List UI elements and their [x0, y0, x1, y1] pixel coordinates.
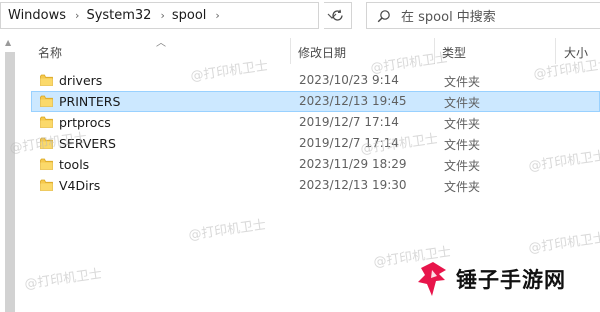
breadcrumb-separator-icon[interactable]: ›	[151, 9, 171, 22]
address-bar[interactable]: Windows › System32 › spool ›	[0, 2, 319, 29]
breadcrumb-separator-icon[interactable]: ›	[66, 9, 86, 22]
sort-ascending-icon: ︿	[156, 38, 166, 49]
folder-icon	[40, 116, 53, 128]
file-type: 文件夹	[444, 75, 481, 89]
column-name[interactable]: 名称	[38, 44, 62, 61]
file-type: 文件夹	[444, 96, 481, 110]
file-date: 2019/12/7 17:14	[299, 115, 399, 129]
watermark: @打印机卫士	[23, 266, 103, 293]
file-name: V4Dirs	[59, 178, 101, 193]
file-row-v4dirs[interactable]: V4Dirs 2023/12/13 19:30 文件夹	[31, 175, 600, 196]
search-input[interactable]: 在 spool 中搜索	[366, 2, 600, 29]
logo-text: 锤子手游网	[456, 268, 566, 292]
scrollbar-thumb[interactable]	[5, 52, 15, 312]
refresh-icon[interactable]	[324, 2, 352, 29]
site-logo: 锤子手游网	[414, 260, 566, 298]
file-row-prtprocs[interactable]: prtprocs 2019/12/7 17:14 文件夹	[31, 112, 600, 133]
folder-icon	[40, 179, 53, 191]
file-name: PRINTERS	[59, 94, 121, 109]
file-name: drivers	[59, 73, 103, 88]
breadcrumb-spool[interactable]: spool	[172, 8, 207, 23]
watermark: @打印机卫士	[527, 230, 600, 257]
file-type: 文件夹	[444, 117, 481, 131]
folder-icon	[40, 158, 53, 170]
search-placeholder: 在 spool 中搜索	[401, 10, 496, 25]
file-date: 2023/11/29 18:29	[299, 157, 407, 171]
file-type: 文件夹	[444, 180, 481, 194]
column-divider[interactable]	[290, 38, 291, 64]
file-row-drivers[interactable]: drivers 2023/10/23 9:14 文件夹	[31, 70, 600, 91]
file-date: 2023/12/13 19:30	[299, 178, 407, 192]
file-name: tools	[59, 157, 90, 172]
breadcrumb-windows[interactable]: Windows	[1, 8, 66, 23]
file-type: 文件夹	[444, 138, 481, 152]
file-date: 2023/10/23 9:14	[299, 73, 399, 87]
file-type: 文件夹	[444, 159, 481, 173]
folder-icon	[40, 74, 53, 86]
column-date[interactable]: 修改日期	[298, 44, 346, 61]
watermark: @打印机卫士	[187, 217, 267, 244]
toolbar: Windows › System32 › spool › 在 spool 中搜索	[0, 0, 600, 33]
file-row-servers[interactable]: SERVERS 2019/12/7 17:14 文件夹	[31, 133, 600, 154]
scroll-up-arrow-icon[interactable]: ▲	[5, 38, 11, 47]
search-icon	[367, 9, 401, 23]
breadcrumb-system32[interactable]: System32	[86, 8, 151, 23]
folder-icon	[40, 95, 53, 107]
hammer-logo-icon	[418, 262, 446, 296]
breadcrumb-separator-icon[interactable]: ›	[206, 9, 226, 22]
file-date: 2023/12/13 19:45	[299, 94, 407, 108]
column-header: ︿ 名称 修改日期 类型 大小	[24, 38, 600, 64]
navigation-pane-scrollbar[interactable]: ▲	[0, 38, 24, 312]
file-row-tools[interactable]: tools 2023/11/29 18:29 文件夹	[31, 154, 600, 175]
file-row-printers[interactable]: PRINTERS 2023/12/13 19:45 文件夹	[31, 91, 600, 112]
